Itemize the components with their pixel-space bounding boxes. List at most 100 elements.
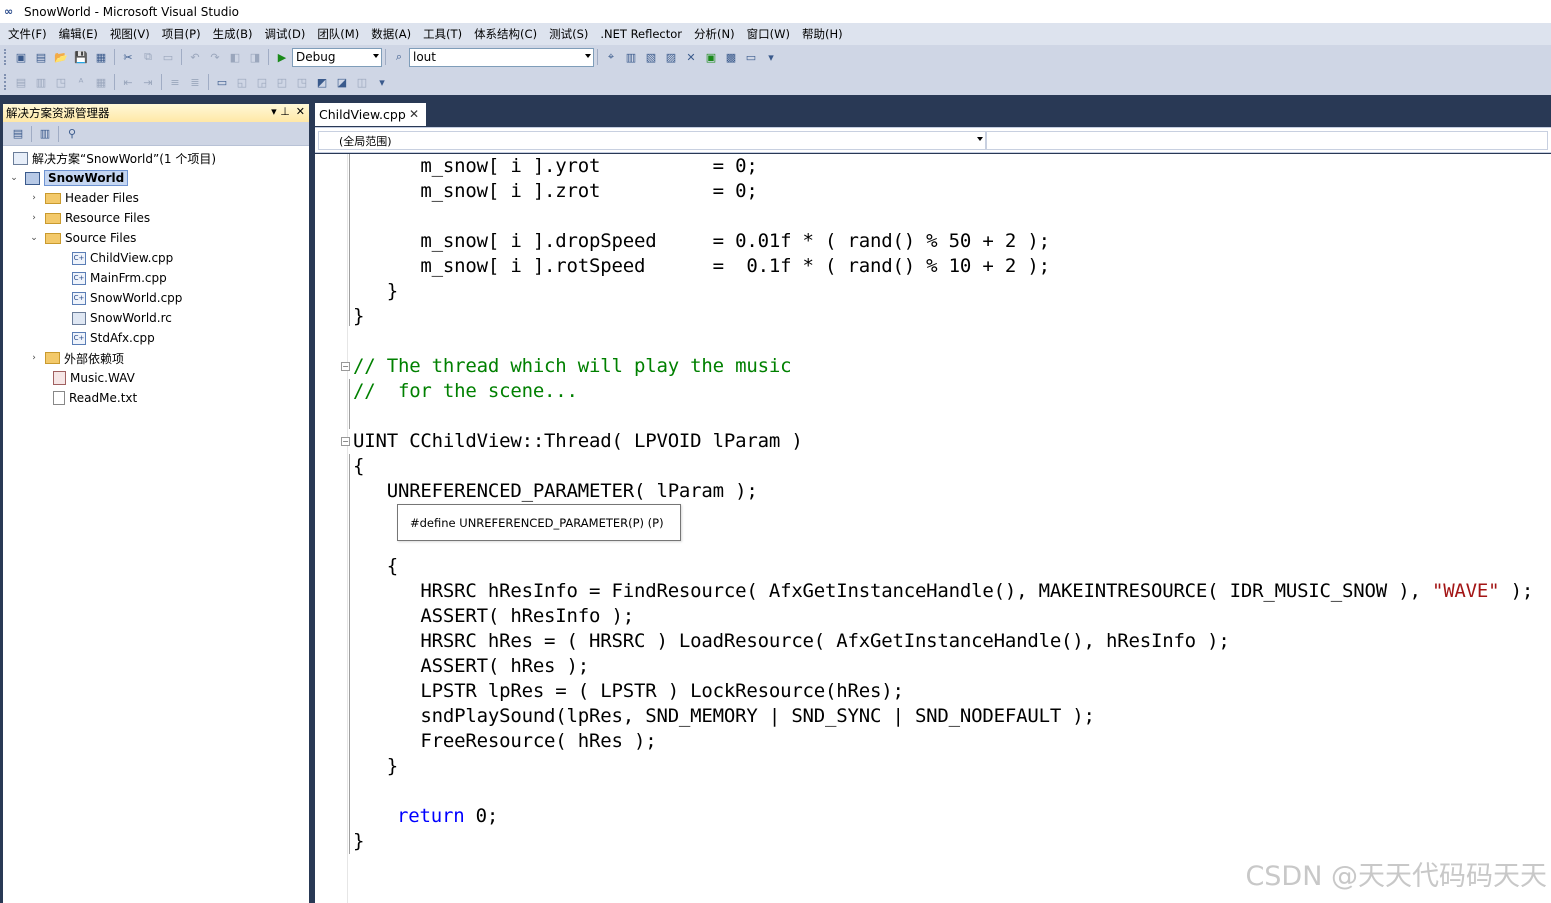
next-bookmark-icon[interactable]: ◲	[253, 74, 271, 90]
solution-explorer-icon[interactable]: ▥	[622, 49, 640, 65]
fold-toggle-icon[interactable]: −	[341, 437, 350, 446]
menu-analyze[interactable]: 分析(N)	[688, 26, 741, 42]
code-line: }	[353, 280, 398, 302]
menu-window[interactable]: 窗口(W)	[741, 26, 796, 42]
tree-item-label: 外部依赖项	[64, 351, 125, 366]
member-select[interactable]	[986, 131, 1548, 150]
tree-item-stdafx-cpp[interactable]: C+ StdAfx.cpp	[72, 328, 155, 348]
menu-reflector[interactable]: .NET Reflector	[594, 27, 688, 41]
prev-bookmark-doc-icon[interactable]: ◩	[313, 74, 331, 90]
navigate-back-icon[interactable]: ◧	[226, 49, 244, 65]
tree-item-label: SnowWorld.cpp	[90, 291, 183, 305]
title-bar: ∞ SnowWorld - Microsoft Visual Studio	[0, 0, 1551, 23]
comment-out-icon[interactable]: ≡	[166, 74, 184, 90]
comment-line: // The thread which will play the music	[353, 355, 792, 377]
decrease-indent-icon[interactable]: ⇤	[119, 74, 137, 90]
tree-item-snowworld-rc[interactable]: SnowWorld.rc	[72, 308, 172, 328]
collapse-icon[interactable]: ⌄	[9, 173, 19, 183]
save-icon[interactable]: 💾	[72, 49, 90, 65]
close-tab-icon[interactable]: ✕	[409, 107, 419, 121]
tree-item-solution[interactable]: 解决方案“SnowWorld”(1 个项目)	[13, 148, 216, 168]
toggle-bookmark-icon[interactable]: ▭	[213, 74, 231, 90]
menu-team[interactable]: 团队(M)	[311, 26, 365, 42]
close-icon[interactable]: ✕	[296, 105, 305, 118]
tree-item-childview-cpp[interactable]: C+ ChildView.cpp	[72, 248, 173, 268]
tree-item-external-deps[interactable]: › 外部依赖项	[29, 348, 124, 368]
navigate-forward-icon[interactable]: ◨	[246, 49, 264, 65]
start-debug-icon[interactable]: ▶	[273, 49, 291, 65]
clear-bookmarks-icon[interactable]: ◫	[353, 74, 371, 90]
scope-select[interactable]: (全局范围)	[318, 131, 986, 150]
menu-view[interactable]: 视图(V)	[104, 26, 156, 42]
member-list-icon[interactable]: ▤	[12, 74, 30, 90]
tree-item-readme-txt[interactable]: ReadMe.txt	[53, 388, 137, 408]
menu-architecture[interactable]: 体系结构(C)	[468, 26, 543, 42]
properties-icon[interactable]: ▤	[9, 126, 27, 142]
tree-item-mainfrm-cpp[interactable]: C+ MainFrm.cpp	[72, 268, 167, 288]
save-all-icon[interactable]: ▦	[92, 49, 110, 65]
tree-item-music-wav[interactable]: Music.WAV	[53, 368, 135, 388]
standard-toolbar: ▣ ▤ 📂 💾 ▦ ✂ ⧉ ▭ ↶ ↷ ◧ ◨ ▶ Debug ⌕ lout ⌖…	[0, 45, 1551, 69]
solution-config-select[interactable]: Debug	[292, 47, 382, 67]
expand-icon[interactable]: ›	[29, 353, 39, 363]
tree-item-snowworld-cpp[interactable]: C+ SnowWorld.cpp	[72, 288, 182, 308]
next-bookmark-folder-icon[interactable]: ◳	[293, 74, 311, 90]
expand-icon[interactable]: ›	[29, 213, 39, 223]
fold-toggle-icon[interactable]: −	[341, 362, 350, 371]
find-icon[interactable]: ⌖	[602, 49, 620, 65]
menu-test[interactable]: 测试(S)	[543, 26, 594, 42]
extension-manager-icon[interactable]: ▩	[722, 49, 740, 65]
new-project-icon[interactable]: ▣	[12, 49, 30, 65]
copy-icon[interactable]: ⧉	[139, 49, 157, 65]
find-combo[interactable]: lout	[409, 47, 594, 67]
find-in-files-icon[interactable]: ⌕	[390, 49, 408, 65]
menu-project[interactable]: 项目(P)	[156, 26, 207, 42]
increase-indent-icon[interactable]: ⇥	[139, 74, 157, 90]
class-view-icon[interactable]: ⚲	[63, 126, 81, 142]
toolbar-options-icon[interactable]: ▾	[373, 74, 391, 90]
menu-help[interactable]: 帮助(H)	[796, 26, 849, 42]
redo-icon[interactable]: ↷	[206, 49, 224, 65]
menu-tools[interactable]: 工具(T)	[417, 26, 468, 42]
pin-icon[interactable]: ▾ ⊥	[271, 105, 290, 118]
tree-item-resource-files[interactable]: › Resource Files	[29, 208, 150, 228]
parameter-info-icon[interactable]: ▥	[32, 74, 50, 90]
toolbar-options-icon[interactable]: ▾	[762, 49, 780, 65]
add-item-icon[interactable]: ▤	[32, 49, 50, 65]
tree-item-label: 解决方案“SnowWorld”(1 个项目)	[32, 151, 217, 166]
prev-bookmark-folder-icon[interactable]: ◰	[273, 74, 291, 90]
tab-childview-cpp[interactable]: ChildView.cpp ✕	[315, 103, 426, 126]
outline-guide	[349, 379, 350, 429]
show-all-files-icon[interactable]: ▥	[36, 126, 54, 142]
previous-bookmark-icon[interactable]: ◱	[233, 74, 251, 90]
toolbox-icon[interactable]: ✕	[682, 49, 700, 65]
command-window-icon[interactable]: ▭	[742, 49, 760, 65]
next-bookmark-doc-icon[interactable]: ◪	[333, 74, 351, 90]
cut-icon[interactable]: ✂	[119, 49, 137, 65]
start-page-icon[interactable]: ▣	[702, 49, 720, 65]
display-word-completion-icon[interactable]: ▦	[92, 74, 110, 90]
collapse-icon[interactable]: ⌄	[29, 233, 39, 243]
menu-build[interactable]: 生成(B)	[207, 26, 259, 42]
toolbar-grip[interactable]	[4, 49, 7, 65]
menu-file[interactable]: 文件(F)	[2, 26, 53, 42]
tooltip-text: #define UNREFERENCED_PARAMETER(P) (P)	[410, 515, 664, 530]
tree-item-project[interactable]: ⌄ SnowWorld	[9, 168, 129, 188]
open-file-icon[interactable]: 📂	[52, 49, 70, 65]
complete-word-icon[interactable]: ᴬ	[72, 74, 90, 90]
paste-icon[interactable]: ▭	[159, 49, 177, 65]
menu-debug[interactable]: 调试(D)	[258, 26, 311, 42]
menu-data[interactable]: 数据(A)	[365, 26, 417, 42]
undo-icon[interactable]: ↶	[186, 49, 204, 65]
quick-info-icon[interactable]: ◳	[52, 74, 70, 90]
tree-item-header-files[interactable]: › Header Files	[29, 188, 139, 208]
object-browser-icon[interactable]: ▨	[662, 49, 680, 65]
external-dependencies-icon	[45, 352, 60, 364]
toolbar-grip[interactable]	[4, 74, 7, 90]
code-editor[interactable]: m_snow[ i ].yrot = 0; m_snow[ i ].zrot =…	[315, 154, 1551, 903]
tree-item-source-files[interactable]: ⌄ Source Files	[29, 228, 136, 248]
uncomment-icon[interactable]: ≣	[186, 74, 204, 90]
expand-icon[interactable]: ›	[29, 193, 39, 203]
properties-icon[interactable]: ▧	[642, 49, 660, 65]
menu-edit[interactable]: 编辑(E)	[53, 26, 104, 42]
